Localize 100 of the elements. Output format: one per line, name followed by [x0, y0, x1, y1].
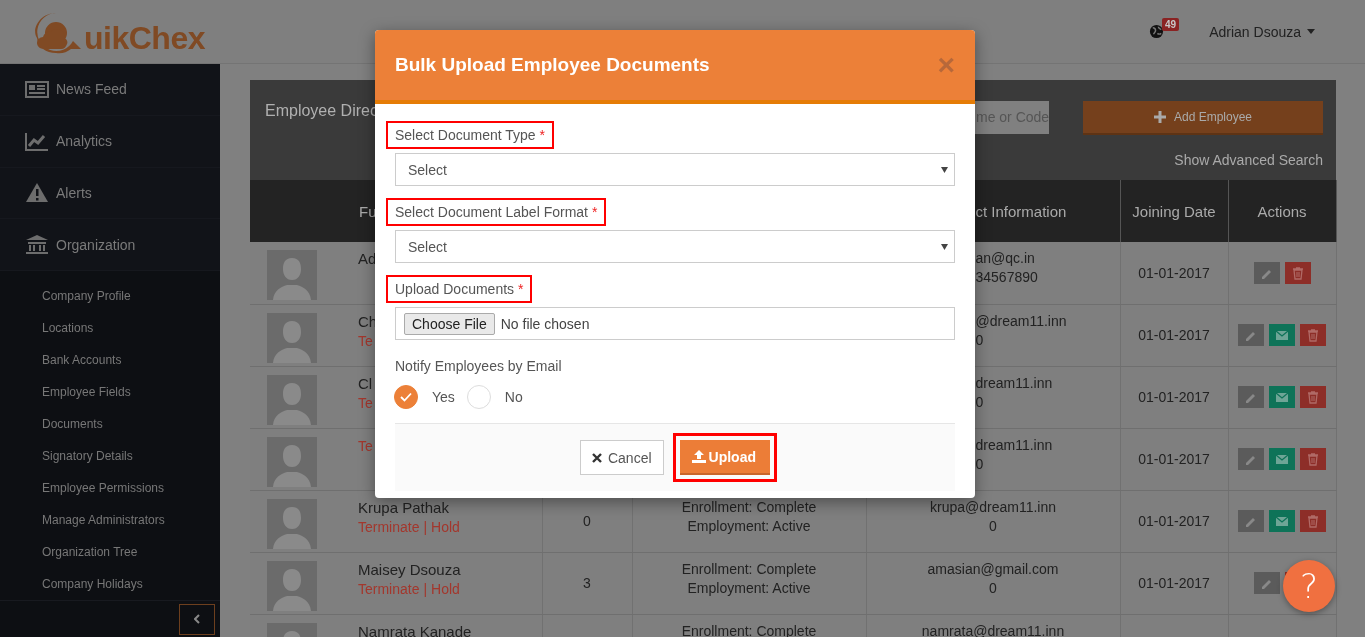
radio-label: No	[504, 389, 523, 405]
table-cell-text: dream11.inn	[975, 435, 1054, 455]
submenu-item[interactable]: Bank Accounts	[0, 344, 220, 377]
table-cell-text: 0	[975, 330, 985, 350]
employee-name: Ad	[358, 249, 377, 268]
table-cell-text: amasian@gmail.com	[926, 559, 1060, 579]
employee-name: Namrata Kanade	[358, 621, 472, 637]
trash-icon	[1306, 452, 1320, 466]
newspaper-icon	[25, 78, 49, 100]
upload-icon	[691, 450, 706, 463]
employee-name: Cl	[358, 373, 373, 393]
table-cell: 01-01-2017	[1138, 327, 1210, 343]
envelope-icon	[1275, 514, 1289, 528]
table-cell-text: 34567890	[975, 268, 1039, 287]
sidebar-item[interactable]: News Feed	[0, 64, 220, 116]
submenu-item[interactable]: Company Holidays	[0, 568, 220, 601]
logo-text: uikChex	[84, 20, 205, 55]
caret-icon	[1307, 29, 1315, 34]
select-dropdown[interactable]: Select	[395, 153, 955, 186]
table-cell: 01-01-2017	[1138, 575, 1210, 591]
globe-icon[interactable]	[1149, 24, 1165, 39]
edit-button[interactable]	[1238, 324, 1264, 346]
email-button[interactable]	[1269, 386, 1295, 408]
submenu-item[interactable]: Locations	[0, 312, 220, 345]
sidebar-item[interactable]: Alerts	[0, 167, 220, 220]
table-cell: 0	[583, 513, 591, 529]
delete-button[interactable]	[1284, 261, 1311, 284]
employee-name: Krupa Pathak	[358, 497, 450, 517]
notify-label: Notify Employees by Email	[395, 358, 563, 374]
dropdown-arrow-icon	[941, 243, 948, 250]
column-header: Actions	[1228, 180, 1336, 242]
table-cell-text: 0	[988, 578, 998, 598]
table-cell: 01-01-2017	[1138, 513, 1210, 529]
table-cell-text: namrata@dream11.inn	[920, 621, 1066, 637]
envelope-icon	[1275, 390, 1289, 404]
edit-button[interactable]	[1253, 261, 1280, 284]
avatar-placeholder	[267, 374, 317, 425]
submenu-item[interactable]: Employee Fields	[0, 376, 220, 409]
choose-file-button[interactable]: Choose File	[404, 312, 495, 335]
edit-button[interactable]	[1253, 572, 1280, 594]
submenu-item[interactable]: Manage Administrators	[0, 504, 220, 537]
submenu-item[interactable]: Employee Permissions	[0, 472, 220, 505]
envelope-icon	[1275, 328, 1289, 342]
advanced-search-link[interactable]: Show Advanced Search	[1174, 152, 1323, 168]
table-cell-text: 0	[975, 392, 985, 412]
trash-icon	[1290, 265, 1305, 280]
field-label: Upload Documents *	[386, 275, 533, 303]
edit-button[interactable]	[1238, 448, 1264, 470]
link-separator: |	[423, 580, 428, 597]
user-menu[interactable]: Adrian Dsouza	[1209, 23, 1315, 40]
sidebar-item[interactable]: Analytics	[0, 115, 220, 168]
delete-button[interactable]	[1300, 448, 1326, 470]
plus-icon	[1153, 111, 1166, 123]
avatar-placeholder	[267, 312, 317, 363]
radio-button[interactable]	[394, 385, 418, 409]
envelope-icon	[1275, 452, 1289, 466]
delete-button[interactable]	[1300, 510, 1326, 532]
avatar-placeholder	[267, 498, 317, 549]
delete-button[interactable]	[1300, 324, 1326, 346]
table-cell: 01-01-2017	[1138, 389, 1210, 405]
file-status-text: No file chosen	[500, 315, 590, 332]
table-cell-text: dream11.inn	[975, 373, 1054, 393]
edit-button[interactable]	[1238, 386, 1264, 408]
field-label: Select Document Label Format *	[386, 198, 607, 226]
notification-badge: 49	[1162, 18, 1180, 31]
avatar-placeholder	[267, 560, 317, 611]
table-cell-text: 0	[988, 516, 998, 536]
avatar-placeholder	[267, 436, 317, 487]
email-button[interactable]	[1269, 448, 1295, 470]
trash-icon	[1306, 514, 1320, 528]
table-cell: 01-01-2017	[1138, 451, 1210, 467]
modal-title: Bulk Upload Employee Documents	[395, 54, 710, 76]
employee-name: Maisey Dsouza	[358, 559, 461, 579]
delete-button[interactable]	[1300, 386, 1326, 408]
chevron-left-icon	[194, 614, 200, 625]
table-cell-text: @dream11.inn	[975, 311, 1068, 331]
submenu-item[interactable]: Signatory Details	[0, 440, 220, 473]
radio-label: Yes	[432, 389, 455, 405]
column-header: Joining Date	[1120, 180, 1228, 242]
submenu-item[interactable]: Documents	[0, 408, 220, 441]
collapse-button[interactable]	[179, 603, 215, 635]
submenu-item[interactable]: Organization Tree	[0, 536, 220, 569]
email-button[interactable]	[1269, 324, 1295, 346]
cancel-button[interactable]: Cancel	[579, 440, 664, 475]
submenu-item[interactable]: Company Profile	[0, 280, 220, 313]
select-dropdown[interactable]: Select	[395, 230, 955, 263]
trash-icon	[1306, 328, 1320, 342]
edit-button[interactable]	[1238, 510, 1264, 532]
field-label: Select Document Type *	[386, 121, 554, 149]
upload-button[interactable]: Upload	[679, 440, 770, 475]
email-button[interactable]	[1269, 510, 1295, 532]
table-cell-text: Enrollment: Complete	[680, 559, 818, 579]
check-icon	[400, 392, 412, 402]
table-cell-text: Enrollment: Complete	[680, 497, 818, 517]
x-icon	[591, 452, 602, 463]
table-cell-text: 0	[975, 454, 985, 474]
table-cell-text: an@qc.in	[975, 249, 1036, 268]
dropdown-arrow-icon	[941, 166, 948, 173]
add-employee-button[interactable]: Add Employee	[1083, 101, 1323, 135]
link-separator: |	[423, 518, 428, 535]
